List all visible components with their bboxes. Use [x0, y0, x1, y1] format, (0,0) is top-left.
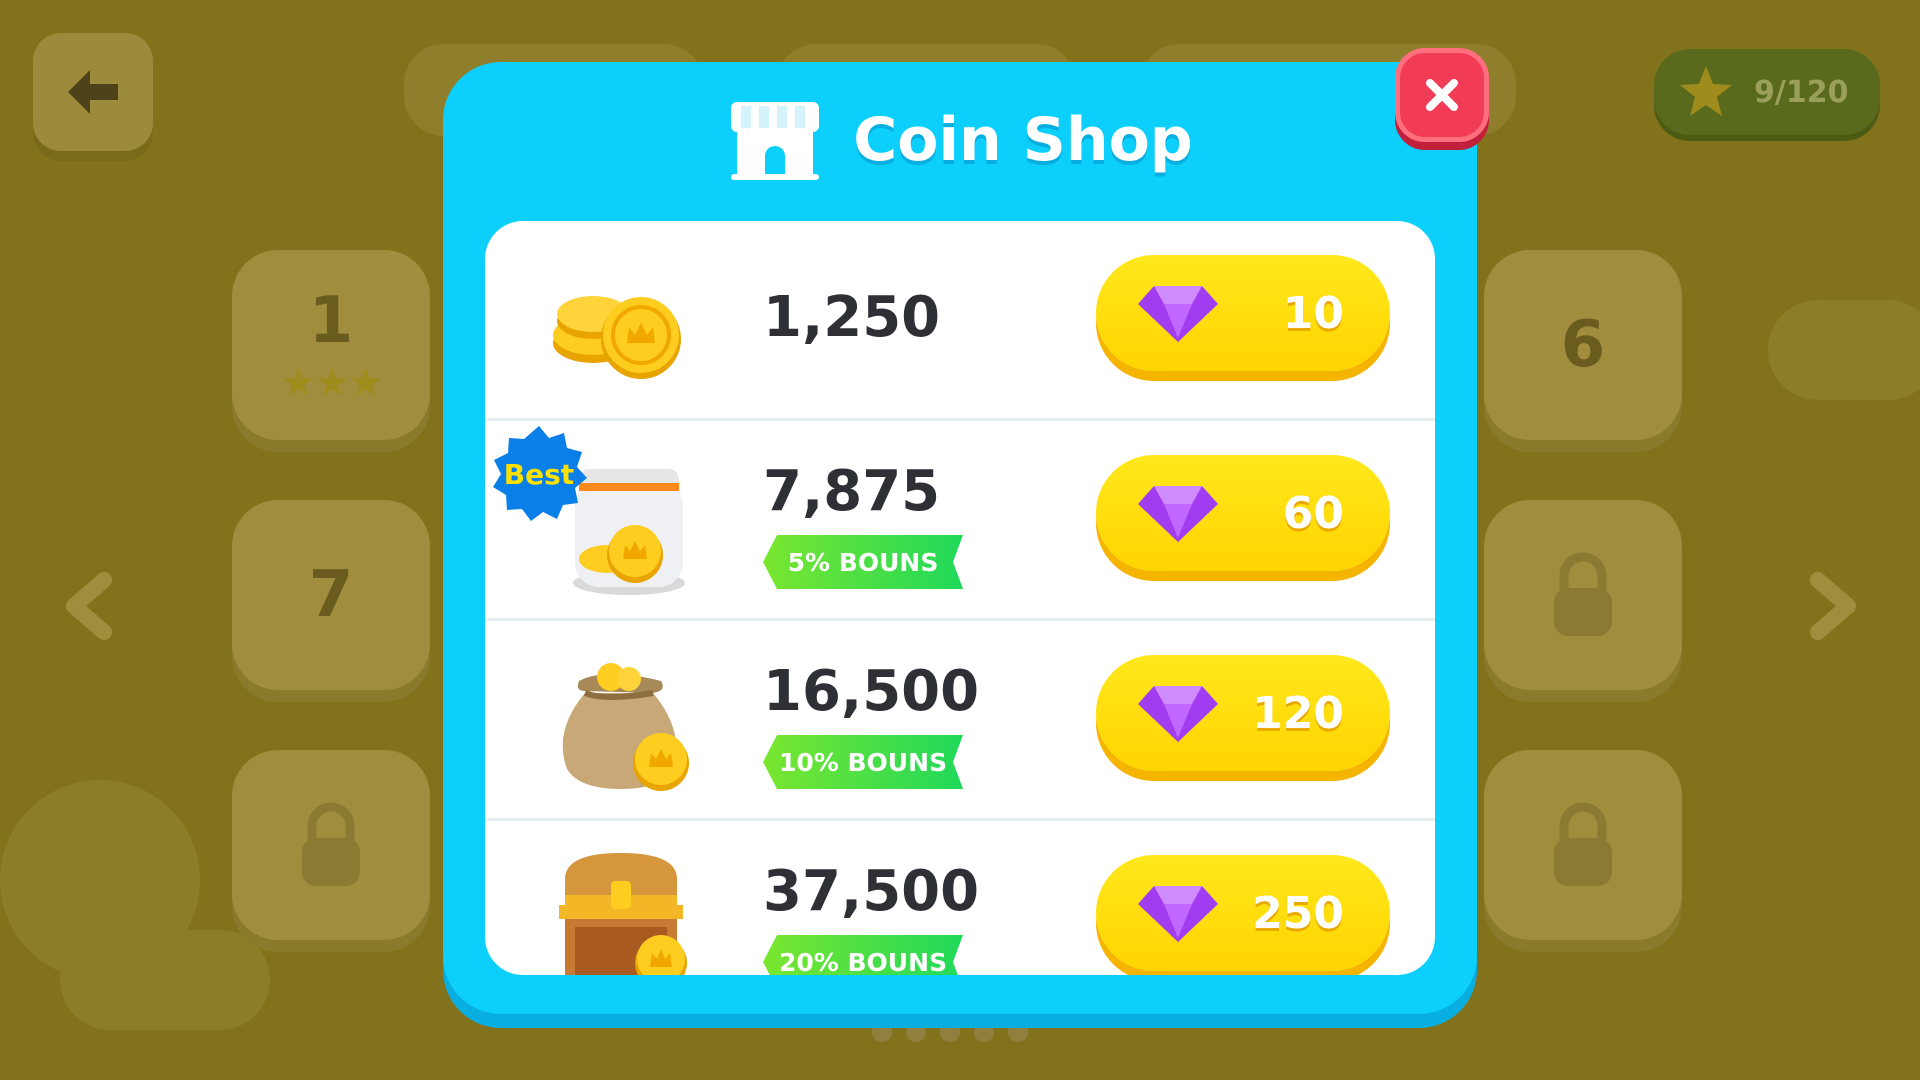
level-tile-7[interactable]: 7: [232, 500, 430, 690]
gem-icon: [1138, 486, 1218, 542]
page-dot: [872, 1022, 892, 1042]
buy-button[interactable]: 120: [1096, 655, 1390, 771]
gem-icon: [1138, 686, 1218, 742]
cloud-decoration: [0, 780, 200, 980]
coin-amount: 7,875: [763, 459, 941, 524]
bonus-tag: 10% BOUNS: [763, 735, 963, 789]
page-dot: [906, 1022, 926, 1042]
shop-item-row[interactable]: 7,875 5% BOUNS 60: [485, 421, 1435, 621]
shop-items-list[interactable]: 1,250 10 7,875 5% BOUNS 60 16,500 10% BO…: [485, 221, 1435, 975]
close-button[interactable]: [1395, 48, 1489, 142]
level-stars: ★★★: [280, 360, 384, 406]
coin-amount: 16,500: [763, 659, 980, 724]
level-tile-6[interactable]: 6: [1484, 250, 1682, 440]
lock-icon: [1554, 552, 1612, 636]
gem-price: 10: [1282, 287, 1344, 339]
cloud-decoration: [1768, 300, 1920, 400]
gem-price: 60: [1282, 487, 1344, 539]
page-dot: [940, 1022, 960, 1042]
gem-icon: [1138, 286, 1218, 342]
star-face-icon: [1680, 66, 1732, 116]
level-tile-1[interactable]: 1 ★★★: [232, 250, 430, 440]
modal-title: Coin Shop: [853, 105, 1193, 175]
lock-icon: [1554, 802, 1612, 886]
modal-header: Coin Shop: [443, 90, 1477, 190]
buy-button[interactable]: 10: [1096, 255, 1390, 371]
star-counter: 9/120: [1654, 49, 1880, 135]
back-button[interactable]: [33, 33, 153, 151]
page-dot: [974, 1022, 994, 1042]
bonus-tag: 5% BOUNS: [763, 535, 963, 589]
treasure-chest-icon: [559, 853, 687, 975]
level-tile-locked: [1484, 500, 1682, 690]
level-tile-locked: [232, 750, 430, 940]
arrow-left-icon: [68, 70, 118, 114]
level-number: 1: [308, 284, 354, 358]
buy-button[interactable]: 250: [1096, 855, 1390, 971]
buy-button[interactable]: 60: [1096, 455, 1390, 571]
page-indicator: [872, 1022, 1028, 1042]
gem-price: 250: [1252, 887, 1344, 939]
gem-price: 120: [1252, 687, 1344, 739]
coin-bag-icon: [562, 663, 689, 791]
coins-pile-icon: [553, 296, 681, 379]
lock-icon: [302, 802, 360, 886]
chevron-left-icon[interactable]: [60, 572, 116, 640]
coin-amount: 37,500: [763, 859, 980, 924]
bonus-tag: 20% BOUNS: [763, 935, 963, 975]
level-tile-locked: [1484, 750, 1682, 940]
star-count-text: 9/120: [1754, 74, 1849, 110]
best-badge-label: Best: [503, 457, 575, 491]
page-dot: [1008, 1022, 1028, 1042]
level-number: 6: [1560, 308, 1606, 382]
shop-item-row[interactable]: 16,500 10% BOUNS 120: [485, 621, 1435, 821]
chevron-right-icon[interactable]: [1806, 572, 1862, 640]
coin-amount: 1,250: [763, 285, 941, 350]
close-icon: [1426, 79, 1458, 111]
shop-item-row[interactable]: 37,500 20% BOUNS 250: [485, 821, 1435, 975]
level-number: 7: [308, 558, 354, 632]
shop-icon: [731, 102, 820, 180]
best-badge: Best: [489, 424, 589, 524]
gem-icon: [1138, 886, 1218, 942]
shop-item-row[interactable]: 1,250 10: [485, 221, 1435, 421]
